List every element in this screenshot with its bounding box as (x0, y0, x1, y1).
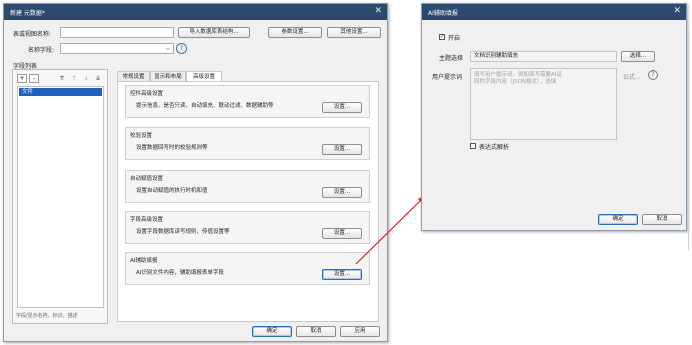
ai-assist-settings-button[interactable]: 设置... (322, 269, 362, 280)
field-search-hint[interactable]: 字段/显示名称，标识，描述 (16, 312, 78, 319)
chevron-down-icon: ⌵ (165, 45, 170, 52)
ai-assist-dialog: AI辅助填报 ✕ ✓ 开启 主题选择 文档识别辅助填充 选择... 用户提示词 … (421, 3, 687, 231)
move-down-button[interactable]: ↓ (81, 74, 91, 83)
background-window-edge (688, 30, 691, 250)
auto-assign-group: 自动赋值设置 设置自动赋值的执行时机和值 设置... (125, 170, 370, 203)
annotation-arrow (355, 195, 426, 265)
name-field-select[interactable]: ⌵ (60, 43, 174, 54)
apply-button[interactable]: 应用 (340, 326, 380, 337)
field-list-panel: + - ⇈ ↑ ↓ ⇊ 文件 字段/显示名称，标识，描述 (12, 69, 108, 324)
group-title: 校验设置 (130, 133, 153, 139)
import-table-button[interactable]: 导入数据库表结构... (178, 27, 250, 38)
prompt-placeholder: 填写用户提示词，例如填写需要AI返回的字段内容（JSON格式），选填 (474, 72, 562, 85)
advanced-tab-panel: 控件高级设置 提示信息、是否只读、自动填充、联动过滤、数据辅助等 设置... 校… (117, 81, 379, 322)
help-icon[interactable]: ? (648, 70, 658, 80)
remove-field-button[interactable]: - (29, 74, 39, 83)
formula-button[interactable]: 公式... (623, 72, 641, 81)
move-bottom-button[interactable]: ⇊ (93, 74, 103, 83)
params-settings-button[interactable]: 参数设置... (268, 27, 322, 38)
close-icon[interactable]: ✕ (673, 6, 681, 16)
group-description: 设置自动赋值的执行时机和值 (136, 188, 208, 194)
cancel-button[interactable]: 取消 (296, 326, 336, 337)
prompt-label: 用户提示词 (432, 74, 463, 81)
group-title: AI辅助填报 (130, 258, 158, 264)
theme-label: 主题选择 (439, 55, 464, 62)
ai-dialog-titlebar: AI辅助填报 ✕ (422, 4, 686, 20)
list-item[interactable]: 文件 (19, 88, 102, 96)
dialog-title: 新建 元数据* (10, 10, 45, 17)
metadata-dialog-titlebar: 新建 元数据* ✕ (4, 4, 387, 20)
group-title: 控件高级设置 (130, 91, 164, 97)
group-title: 自动赋值设置 (130, 176, 164, 182)
other-settings-button[interactable]: 其他设置... (327, 27, 381, 38)
control-advanced-group: 控件高级设置 提示信息、是否只读、自动填充、联动过滤、数据辅助等 设置... (125, 85, 370, 118)
move-top-button[interactable]: ⇈ (57, 74, 67, 83)
ai-assist-group: AI辅助填报 AI识别文件内容，辅助填报表单字段 设置... (125, 252, 370, 285)
group-description: 设置数据回写时的校验规则等 (136, 145, 208, 151)
form-view-name-input[interactable] (60, 27, 174, 38)
theme-input[interactable]: 文档识别辅助填充 (470, 51, 617, 62)
group-description: AI识别文件内容，辅助填报表单字段 (136, 270, 224, 276)
expression-checkbox[interactable] (470, 143, 476, 149)
validation-group: 校验设置 设置数据回写时的校验规则等 设置... (125, 127, 370, 160)
add-field-button[interactable]: + (17, 74, 27, 83)
help-icon[interactable]: ? (176, 43, 187, 54)
enable-checkbox[interactable]: ✓ (439, 34, 445, 40)
enable-label: 开启 (448, 35, 461, 42)
close-icon[interactable]: ✕ (374, 6, 382, 16)
group-description: 设置字段数据库读写规则，传值设置等 (136, 229, 230, 235)
move-up-button[interactable]: ↑ (69, 74, 79, 83)
field-advanced-group: 字段高级设置 设置字段数据库读写规则，传值设置等 设置... (125, 211, 370, 244)
validation-settings-button[interactable]: 设置... (322, 144, 362, 155)
metadata-dialog: 新建 元数据* ✕ 表或视图名称: 导入数据库表结构... 参数设置... 其他… (3, 3, 388, 342)
name-field-label: 名称字段: (28, 47, 55, 54)
ok-button[interactable]: 确定 (598, 214, 638, 225)
control-settings-button[interactable]: 设置... (322, 102, 362, 113)
background-window-edge (389, 14, 392, 334)
field-list-box: 文件 (17, 86, 104, 308)
form-view-name-label: 表或视图名称: (13, 31, 52, 38)
group-description: 提示信息、是否只读、自动填充、联动过滤、数据辅助等 (136, 103, 274, 109)
theme-select-button[interactable]: 选择... (621, 51, 655, 62)
group-title: 字段高级设置 (130, 217, 164, 223)
prompt-textarea[interactable]: 填写用户提示词，例如填写需要AI返回的字段内容（JSON格式），选填 (470, 68, 617, 140)
expression-label: 表达式解析 (479, 144, 510, 151)
dialog-title: AI辅助填报 (428, 10, 458, 17)
ok-button[interactable]: 确定 (252, 326, 292, 337)
cancel-button[interactable]: 取消 (642, 214, 682, 225)
